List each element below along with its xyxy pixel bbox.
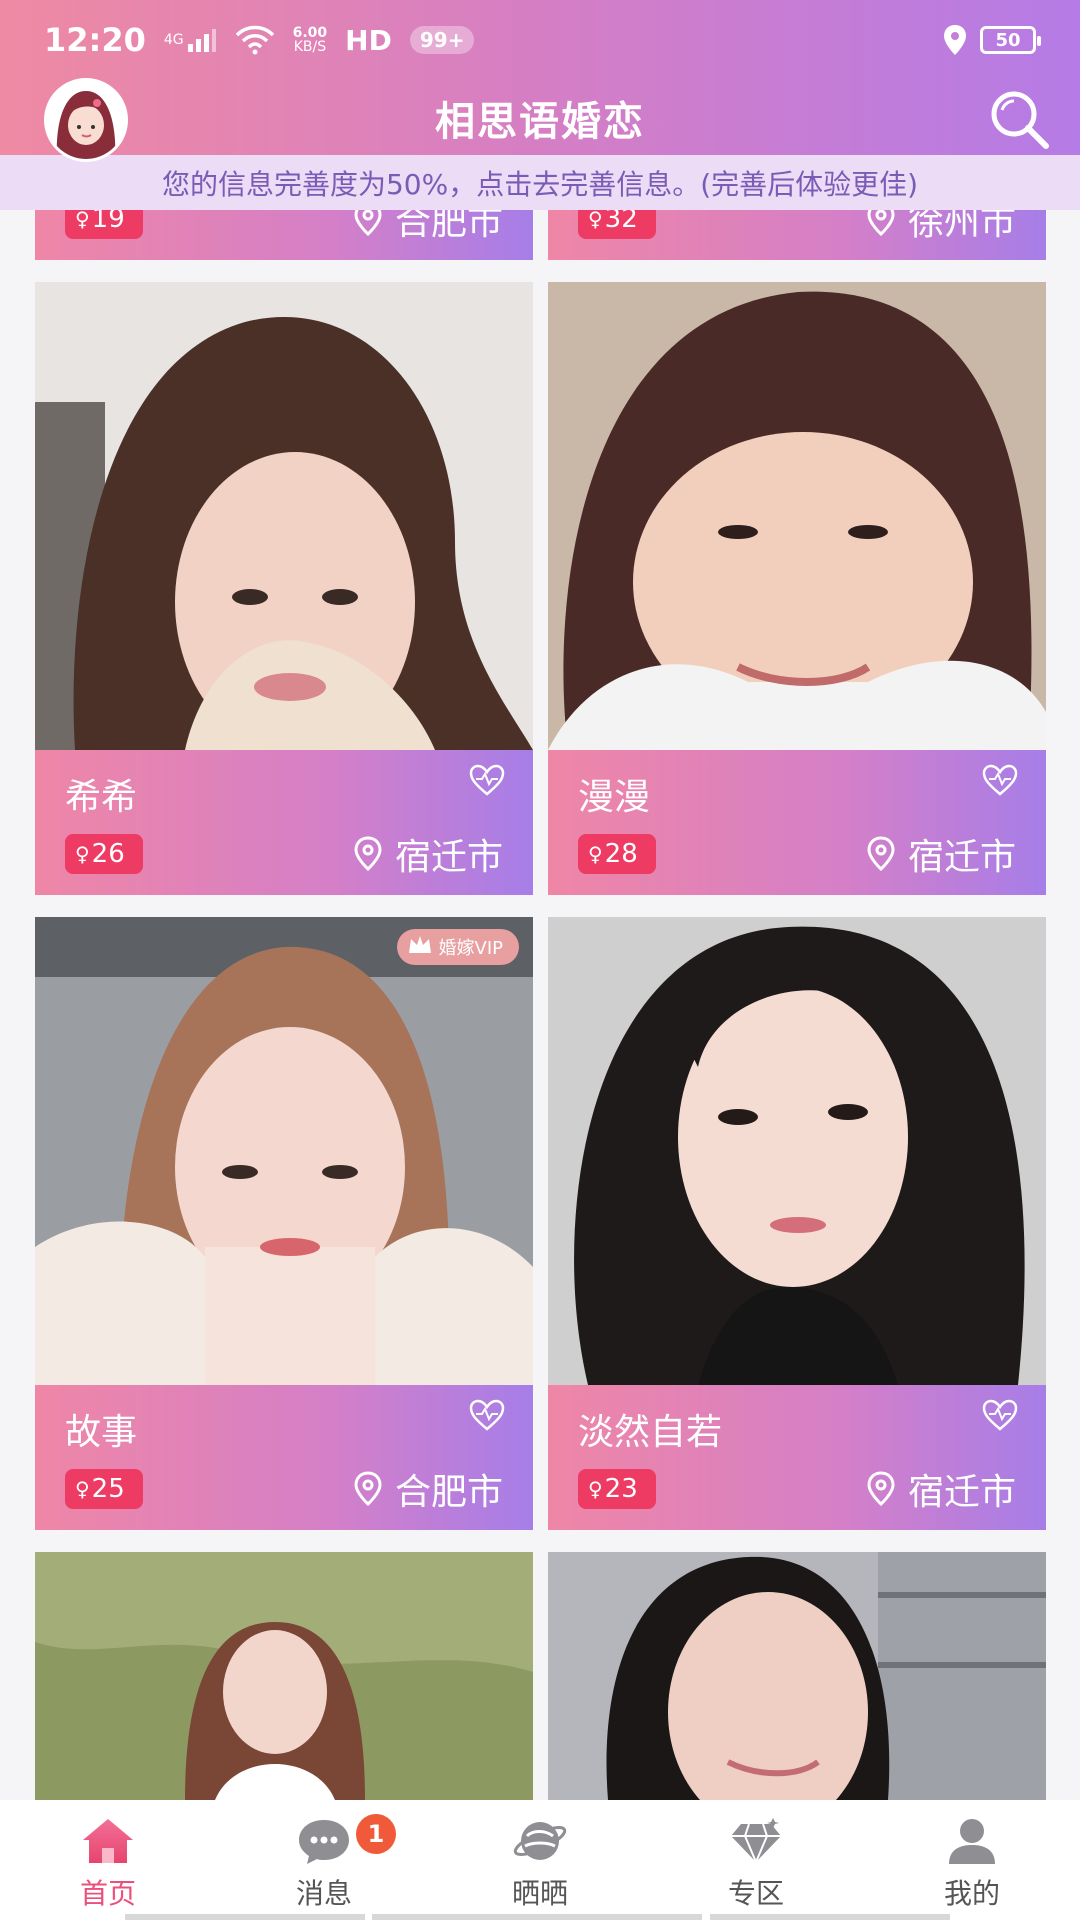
- tab-label: 首页: [79, 1877, 136, 1910]
- location-status-icon: [944, 25, 966, 55]
- avatar-illustration-icon: [47, 81, 125, 159]
- profile-card[interactable]: 希希 ♀ 26 宿迁市: [35, 282, 533, 895]
- network-speed: 6.00 KB/S: [293, 26, 328, 54]
- heart-like-icon[interactable]: [982, 764, 1018, 796]
- tab-label: 我的: [943, 1877, 1000, 1910]
- tab-zone[interactable]: 专区: [648, 1800, 864, 1920]
- profile-card[interactable]: [548, 1552, 1046, 1800]
- notification-count-badge: 99+: [409, 26, 475, 54]
- profile-photo: [35, 1552, 533, 1800]
- profile-card[interactable]: 婚嫁VIP 故事 ♀ 25 合肥市: [35, 917, 533, 1530]
- profile-completion-banner[interactable]: 您的信息完善度为50%，点击去完善信息。(完善后体验更佳): [0, 155, 1080, 210]
- wifi-icon: [235, 25, 274, 55]
- female-icon: ♀: [75, 207, 90, 231]
- status-bar: 12:20 4G 6.00 KB/S HD 99+ 50: [0, 0, 1080, 80]
- unread-message-badge: 1: [356, 1814, 396, 1854]
- city-name: 宿迁市: [394, 837, 503, 878]
- profile-name: 漫漫: [578, 777, 651, 818]
- profile-card[interactable]: 淡然自若 ♀ 23 宿迁市: [548, 917, 1046, 1530]
- age-badge: ♀ 23: [578, 1469, 656, 1509]
- tab-home[interactable]: 首页: [0, 1800, 216, 1920]
- diamond-icon: [731, 1818, 781, 1863]
- card-info: 故事 ♀ 25 合肥市: [35, 1385, 533, 1530]
- crown-icon: [408, 936, 431, 953]
- home-icon: [83, 1819, 133, 1863]
- profile-card[interactable]: 漫漫 ♀ 28 宿迁市: [548, 282, 1046, 895]
- speed-unit: KB/S: [293, 39, 327, 55]
- vip-badge: 婚嫁VIP: [396, 929, 519, 965]
- female-icon: ♀: [588, 1477, 603, 1501]
- age-value: 25: [91, 1474, 125, 1504]
- age-value: 28: [604, 839, 638, 869]
- app-bar: 相思语婚恋: [0, 78, 1080, 162]
- header: 12:20 4G 6.00 KB/S HD 99+ 50 相思语婚恋: [0, 0, 1080, 162]
- card-info: 漫漫 ♀ 28 宿迁市: [548, 750, 1046, 895]
- profile-name: 希希: [65, 777, 138, 818]
- age-value: 23: [604, 1474, 638, 1504]
- battery-level: 50: [995, 29, 1021, 51]
- gesture-bar: [125, 1914, 365, 1920]
- heart-like-icon[interactable]: [982, 1399, 1018, 1431]
- tab-share[interactable]: 晒晒: [432, 1800, 648, 1920]
- age-badge: ♀ 28: [578, 834, 656, 874]
- female-icon: ♀: [75, 1477, 90, 1501]
- user-icon: [949, 1819, 995, 1864]
- age-badge: ♀ 25: [65, 1469, 143, 1509]
- card-info: 淡然自若 ♀ 23 宿迁市: [548, 1385, 1046, 1530]
- city: 宿迁市: [353, 828, 503, 880]
- age-badge: ♀ 26: [65, 834, 143, 874]
- app-title: 相思语婚恋: [435, 98, 645, 145]
- gesture-bar: [372, 1914, 702, 1920]
- chat-icon: [299, 1820, 349, 1864]
- speed-value: 6.00: [292, 25, 328, 41]
- profile-card[interactable]: [35, 1552, 533, 1800]
- location-pin-icon: [867, 1471, 895, 1507]
- cellular-signal-icon: 4G: [164, 28, 217, 52]
- city-name: 宿迁市: [907, 837, 1016, 878]
- banner-text: 您的信息完善度为50%，点击去完善信息。(完善后体验更佳): [161, 167, 919, 201]
- gesture-bar: [710, 1914, 950, 1920]
- profile-name: 故事: [65, 1412, 138, 1453]
- profile-photo: [548, 917, 1046, 1385]
- tab-label: 晒晒: [511, 1877, 568, 1910]
- profile-photo: [548, 282, 1046, 750]
- age-value: 26: [91, 839, 125, 869]
- profile-name: 淡然自若: [578, 1412, 723, 1453]
- search-icon[interactable]: [984, 84, 1054, 154]
- profile-grid: ♀ 19 合肥市 ♀ 32 徐州市 希希 ♀ 26 宿迁市 漫漫 ♀ 28 宿迁…: [0, 0, 1080, 1800]
- city-name: 宿迁市: [907, 1472, 1016, 1513]
- hd-indicator: HD: [345, 23, 392, 57]
- city: 宿迁市: [866, 828, 1016, 880]
- profile-photo: [35, 917, 533, 1385]
- city-name: 合肥市: [394, 1472, 503, 1513]
- battery-icon: 50: [980, 26, 1041, 54]
- city: 宿迁市: [866, 1463, 1016, 1515]
- card-info: 希希 ♀ 26 宿迁市: [35, 750, 533, 895]
- heart-like-icon[interactable]: [469, 764, 505, 796]
- heart-like-icon[interactable]: [469, 1399, 505, 1431]
- profile-photo: [548, 1552, 1046, 1800]
- vip-label: 婚嫁VIP: [438, 938, 503, 959]
- bottom-tab-bar: 首页 消息 1 晒晒 专区 我的: [0, 1800, 1080, 1920]
- location-pin-icon: [354, 836, 382, 872]
- network-type: 4G: [163, 32, 184, 48]
- tab-messages[interactable]: 消息 1: [216, 1800, 432, 1920]
- tab-profile[interactable]: 我的: [864, 1800, 1080, 1920]
- city: 合肥市: [353, 1463, 503, 1515]
- tab-label: 专区: [727, 1877, 784, 1910]
- user-avatar[interactable]: [44, 78, 128, 162]
- tab-label: 消息: [295, 1877, 352, 1910]
- location-pin-icon: [354, 1471, 382, 1507]
- female-icon: ♀: [588, 842, 603, 866]
- female-icon: ♀: [588, 207, 603, 231]
- location-pin-icon: [867, 836, 895, 872]
- planet-icon: [513, 1822, 567, 1860]
- profile-photo: [35, 282, 533, 750]
- clock: 12:20: [44, 21, 146, 59]
- female-icon: ♀: [75, 842, 90, 866]
